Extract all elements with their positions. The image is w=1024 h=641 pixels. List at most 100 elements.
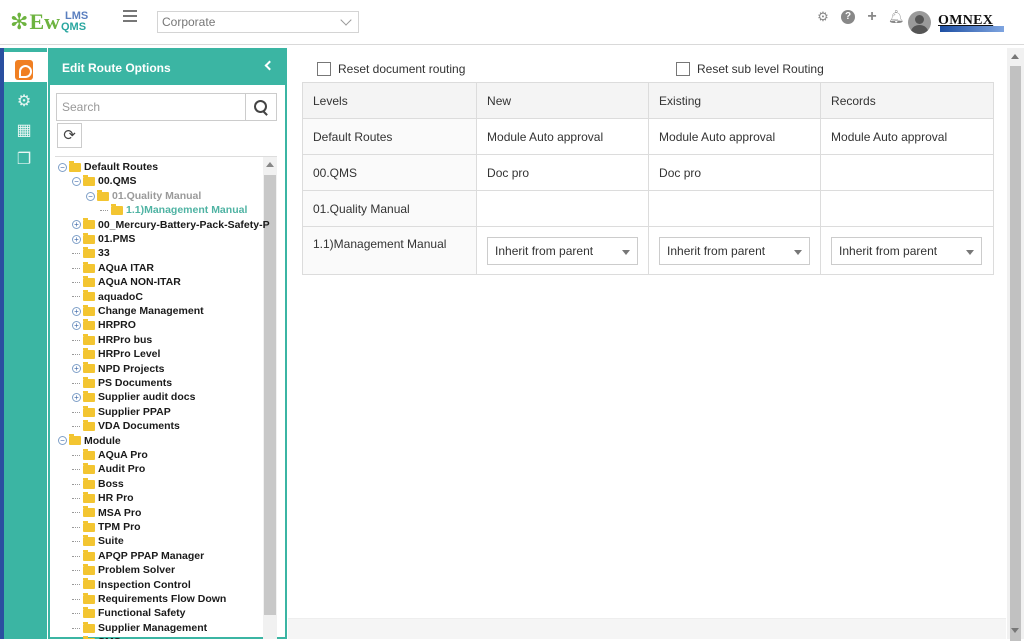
panel-header: Edit Route Options <box>48 48 287 85</box>
tree-node[interactable]: Problem Solver <box>72 563 175 577</box>
tree-node[interactable]: Requirements Flow Down <box>72 592 226 606</box>
tree-node[interactable]: − 01.Quality Manual <box>86 189 201 203</box>
tree-node[interactable]: AQuA NON-ITAR <box>72 275 181 289</box>
expand-icon[interactable]: + <box>72 393 81 403</box>
tree-node[interactable]: PS Documents <box>72 376 172 390</box>
tree-connector <box>72 382 80 384</box>
logo-stack: LMS QMS <box>61 11 88 33</box>
search-icon[interactable] <box>245 94 276 120</box>
refresh-icon[interactable]: ⟳ <box>57 123 82 148</box>
tree-node[interactable]: + Supplier audit docs <box>72 390 195 404</box>
reset-document-routing-option[interactable]: Reset document routing <box>317 62 465 76</box>
tree-node[interactable]: HRPro Level <box>72 347 160 361</box>
tree-node[interactable]: + NPD Projects <box>72 362 165 376</box>
tree-connector <box>72 497 80 499</box>
folder-icon <box>83 218 95 230</box>
user-avatar[interactable] <box>908 11 931 34</box>
tree-node[interactable]: AQuA ITAR <box>72 261 154 275</box>
tree-node[interactable]: MSA Pro <box>72 506 141 520</box>
folder-icon <box>83 520 95 532</box>
tree-scroll-thumb[interactable] <box>264 175 276 615</box>
collapse-icon[interactable]: − <box>72 177 81 187</box>
expand-icon[interactable]: + <box>72 220 81 230</box>
tree-node[interactable]: − Module <box>58 434 121 448</box>
page-scrollbar[interactable] <box>1007 48 1024 641</box>
building-icon[interactable]: ▦ <box>14 121 34 141</box>
folder-icon <box>83 232 95 244</box>
folder-icon <box>83 362 95 374</box>
tree-node[interactable]: HR Pro <box>72 491 134 505</box>
tree-node[interactable]: Suite <box>72 534 124 548</box>
menu-icon[interactable] <box>123 10 137 22</box>
scroll-up-icon[interactable] <box>1011 54 1019 59</box>
folder-icon <box>83 607 95 619</box>
expand-icon[interactable]: + <box>72 321 81 331</box>
tree-connector <box>72 339 80 341</box>
expand-icon[interactable]: + <box>72 306 81 316</box>
settings-cog-icon[interactable]: ⚙ <box>14 92 34 112</box>
tree-node[interactable]: − 00.QMS <box>72 174 137 188</box>
collapse-icon[interactable]: − <box>58 162 67 172</box>
records-route-dropdown[interactable]: Inherit from parent <box>831 236 983 265</box>
tree-node[interactable]: 1.1)Management Manual <box>100 203 247 217</box>
tree-node-label: PS Documents <box>98 377 173 389</box>
tree-connector <box>100 209 108 211</box>
tree-node[interactable]: Functional Safety <box>72 606 186 620</box>
folder-icon <box>83 405 95 417</box>
expand-icon[interactable]: + <box>72 234 81 244</box>
folder-icon <box>97 189 109 201</box>
help-icon[interactable]: ? <box>841 10 855 24</box>
tree-node[interactable]: TPM Pro <box>72 520 141 534</box>
tree-node[interactable]: HRPro bus <box>72 333 152 347</box>
records-cell: Module Auto approval <box>820 118 994 155</box>
plus-icon[interactable]: + <box>865 9 879 25</box>
scroll-down-icon[interactable] <box>1011 628 1019 633</box>
tree-node[interactable]: + Change Management <box>72 304 204 318</box>
level-cell: 1.1)Management Manual <box>301 226 478 275</box>
organization-select-value: Corporate <box>162 15 216 29</box>
tree-node[interactable]: Audit Pro <box>72 462 145 476</box>
tree-node-label: HR Pro <box>98 492 134 505</box>
tree-node[interactable]: Inspection Control <box>72 578 191 592</box>
column-header-new: New <box>476 82 650 119</box>
tree-connector <box>72 425 80 427</box>
tree-node[interactable]: 33 <box>72 246 110 260</box>
existing-route-dropdown[interactable]: Inherit from parent <box>659 236 811 265</box>
collapse-icon[interactable]: − <box>58 436 67 446</box>
reset-sub-level-routing-label: Reset sub level Routing <box>697 62 824 76</box>
tree-node[interactable]: VDA Documents <box>72 419 180 433</box>
tree-node[interactable]: +00_Mercury-Battery-Pack-Safety-P <box>72 218 270 232</box>
reset-document-routing-checkbox[interactable] <box>317 62 331 76</box>
tree-node[interactable]: SMS <box>72 635 121 639</box>
logo-sub: QMS <box>61 21 87 33</box>
new-route-dropdown[interactable]: Inherit from parent <box>487 236 639 265</box>
top-bar: ✻ Ew LMS QMS Corporate ⚙ ? + 🔔︎ OMNEX <box>0 0 1024 45</box>
scroll-up-icon[interactable] <box>266 162 274 167</box>
rail-item-documents[interactable] <box>4 52 47 82</box>
tree-node[interactable]: Supplier PPAP <box>72 405 171 419</box>
tree-node[interactable]: − Default Routes <box>58 160 158 174</box>
tree-node[interactable]: APQP PPAP Manager <box>72 549 204 563</box>
tree-node[interactable]: Supplier Management <box>72 621 207 635</box>
chevron-left-icon[interactable] <box>264 60 275 71</box>
tree-node[interactable]: + HRPRO <box>72 318 136 332</box>
tree-node[interactable]: +01.PMS <box>72 232 135 246</box>
ewqms-logo[interactable]: ✻ Ew LMS QMS <box>10 7 88 37</box>
folder-icon <box>83 275 95 287</box>
expand-icon[interactable]: + <box>72 364 81 374</box>
tree-node[interactable]: aquadoC <box>72 290 143 304</box>
collapse-icon[interactable]: − <box>86 191 95 201</box>
reset-sub-level-routing-option[interactable]: Reset sub level Routing <box>676 62 824 76</box>
tree-node[interactable]: AQuA Pro <box>72 448 148 462</box>
tree-node[interactable]: Boss <box>72 477 124 491</box>
tree-connector <box>72 483 80 485</box>
gear-icon[interactable]: ⚙ <box>816 10 830 24</box>
tree-connector <box>72 569 80 571</box>
copy-icon[interactable]: ❐ <box>14 150 34 170</box>
reset-sub-level-routing-checkbox[interactable] <box>676 62 690 76</box>
search-input[interactable] <box>57 94 246 120</box>
organization-select[interactable]: Corporate <box>157 11 359 33</box>
folder-icon <box>83 448 95 460</box>
bell-icon[interactable]: 🔔︎ <box>888 10 905 24</box>
page-scroll-thumb[interactable] <box>1010 66 1021 641</box>
